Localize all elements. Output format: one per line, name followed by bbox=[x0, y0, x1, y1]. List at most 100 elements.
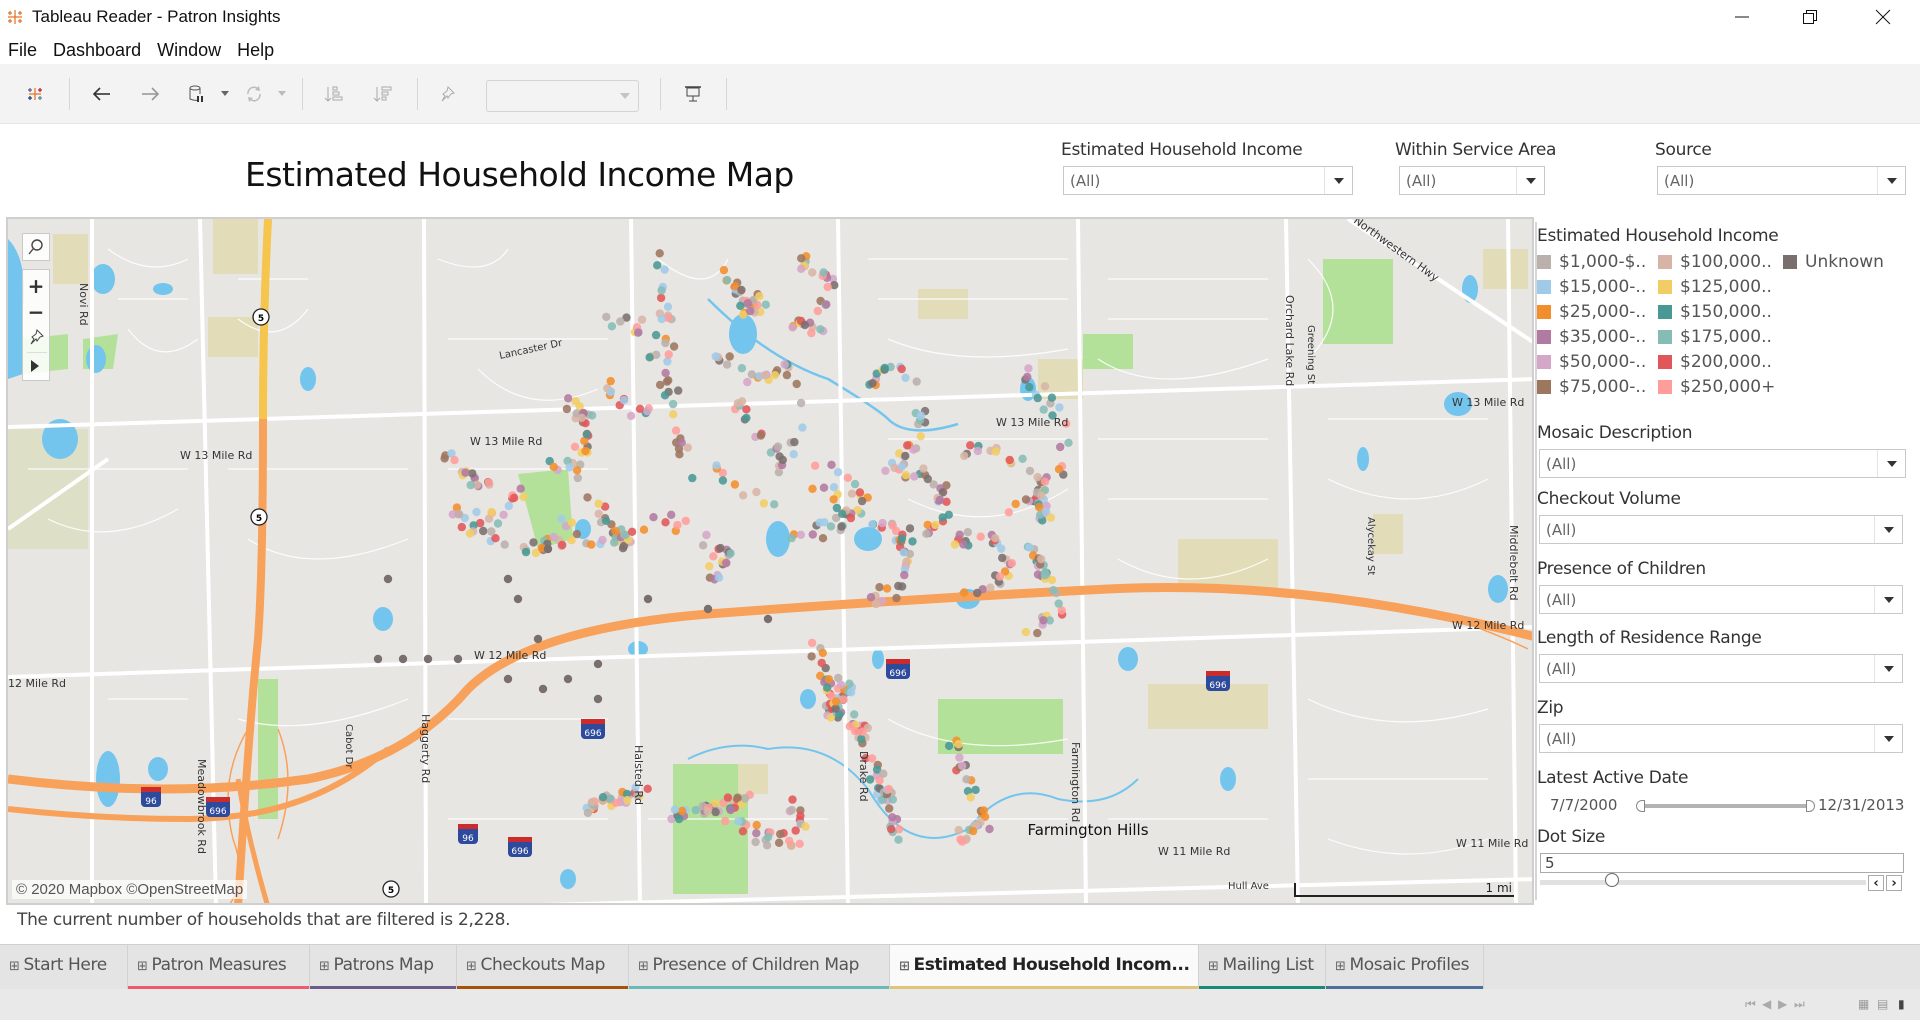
household-dot[interactable] bbox=[817, 658, 826, 668]
household-dot[interactable] bbox=[602, 312, 611, 322]
household-dot[interactable] bbox=[797, 264, 806, 273]
household-dot[interactable] bbox=[850, 710, 859, 719]
household-dot[interactable] bbox=[897, 462, 906, 471]
household-dot[interactable] bbox=[1007, 559, 1017, 568]
household-dot[interactable] bbox=[1025, 466, 1035, 476]
household-dot[interactable] bbox=[594, 499, 603, 508]
household-dot[interactable] bbox=[582, 430, 591, 439]
household-dot[interactable] bbox=[677, 806, 687, 816]
household-dot[interactable] bbox=[880, 363, 889, 373]
household-dot[interactable] bbox=[656, 293, 666, 303]
household-dot[interactable] bbox=[818, 648, 827, 658]
household-dot[interactable] bbox=[955, 753, 964, 762]
household-dot[interactable] bbox=[795, 839, 804, 848]
pin-button[interactable] bbox=[434, 81, 460, 107]
household-dot[interactable] bbox=[661, 368, 670, 378]
household-dot[interactable] bbox=[787, 805, 796, 815]
filter-length-of-residence-range-select[interactable]: (All) bbox=[1539, 654, 1903, 683]
household-dot[interactable] bbox=[688, 473, 697, 483]
household-dot[interactable] bbox=[610, 538, 619, 547]
legend-item[interactable]: $175,000.. bbox=[1658, 327, 1772, 347]
household-dot[interactable] bbox=[761, 300, 770, 309]
household-dot[interactable] bbox=[770, 500, 779, 509]
household-dot[interactable] bbox=[986, 583, 995, 592]
household-dot[interactable] bbox=[667, 510, 676, 519]
household-dot[interactable] bbox=[833, 468, 843, 477]
menu-window[interactable]: Window bbox=[149, 36, 229, 64]
household-dot[interactable] bbox=[808, 484, 817, 493]
dropdown-arrow-icon[interactable] bbox=[1877, 167, 1905, 194]
household-dot[interactable] bbox=[440, 454, 449, 463]
household-dot[interactable] bbox=[721, 816, 730, 826]
household-dot[interactable] bbox=[901, 451, 910, 461]
household-dot[interactable] bbox=[1011, 499, 1020, 509]
household-dot[interactable] bbox=[963, 528, 972, 537]
household-dot[interactable] bbox=[558, 540, 567, 550]
household-dot[interactable] bbox=[875, 776, 884, 785]
household-dot[interactable] bbox=[519, 492, 528, 502]
filter-income-select[interactable]: (All) bbox=[1063, 166, 1353, 195]
sheet-sorter-icon[interactable]: ▦ bbox=[1858, 997, 1869, 1011]
household-dot[interactable] bbox=[752, 820, 761, 830]
household-dot[interactable] bbox=[726, 549, 735, 558]
map-basemap[interactable]: 5 5 5 696 696 696 696 696 96 96 Novi Rd … bbox=[8, 219, 1534, 905]
household-dot[interactable] bbox=[635, 404, 645, 413]
household-dot[interactable] bbox=[1040, 477, 1050, 486]
household-dot[interactable] bbox=[746, 306, 755, 316]
household-dot[interactable] bbox=[808, 530, 817, 539]
date-start-handle[interactable] bbox=[1636, 800, 1645, 812]
household-dot[interactable] bbox=[831, 697, 841, 706]
sort-ascending-button[interactable] bbox=[321, 81, 347, 107]
household-dot[interactable] bbox=[829, 495, 838, 504]
household-dot[interactable] bbox=[730, 480, 740, 489]
household-dot[interactable] bbox=[971, 785, 980, 795]
household-dot[interactable] bbox=[562, 404, 572, 414]
household-dot[interactable] bbox=[1056, 442, 1065, 452]
date-range-track[interactable] bbox=[1640, 804, 1810, 808]
household-dot[interactable] bbox=[790, 437, 799, 447]
household-dot[interactable] bbox=[991, 534, 1000, 543]
household-dot[interactable] bbox=[1054, 599, 1063, 608]
household-dot[interactable] bbox=[669, 410, 678, 419]
household-dot[interactable] bbox=[565, 463, 574, 472]
household-dot[interactable] bbox=[1046, 513, 1056, 522]
dropdown-arrow-icon[interactable] bbox=[1324, 167, 1352, 194]
household-dot[interactable] bbox=[557, 514, 566, 523]
sheet-tab[interactable]: ⊞ Patron Measures bbox=[128, 945, 310, 990]
household-dot[interactable] bbox=[762, 841, 772, 850]
household-dot[interactable] bbox=[743, 299, 752, 308]
household-dot[interactable] bbox=[487, 527, 496, 536]
household-dot[interactable] bbox=[807, 638, 817, 648]
household-dot[interactable] bbox=[801, 822, 810, 831]
household-dot[interactable] bbox=[902, 557, 911, 566]
household-dot[interactable] bbox=[461, 468, 470, 477]
household-dot[interactable] bbox=[882, 584, 892, 593]
household-dot[interactable] bbox=[966, 793, 975, 802]
sheet-tab[interactable]: ⊞ Estimated Household Incom... bbox=[890, 945, 1199, 990]
household-dot[interactable] bbox=[756, 431, 766, 440]
household-dot[interactable] bbox=[938, 513, 947, 522]
legend-item[interactable]: $35,000-.. bbox=[1537, 327, 1646, 347]
tableau-home-button[interactable] bbox=[22, 81, 48, 107]
household-dot[interactable] bbox=[660, 265, 669, 274]
household-dot[interactable] bbox=[923, 474, 932, 484]
household-dot[interactable] bbox=[816, 325, 825, 334]
legend-item[interactable]: $25,000-.. bbox=[1537, 302, 1646, 322]
household-dot[interactable] bbox=[1033, 393, 1042, 403]
household-dot[interactable] bbox=[737, 364, 747, 373]
household-dot[interactable] bbox=[529, 538, 538, 547]
household-dot[interactable] bbox=[774, 838, 784, 847]
household-dot[interactable] bbox=[958, 761, 967, 771]
household-dot[interactable] bbox=[813, 306, 822, 316]
household-dot[interactable] bbox=[738, 827, 748, 836]
household-dot[interactable] bbox=[823, 282, 832, 292]
menu-help[interactable]: Help bbox=[229, 36, 282, 64]
last-sheet-icon[interactable]: ⏭ bbox=[1794, 997, 1805, 1012]
household-dot[interactable] bbox=[722, 275, 732, 285]
filmstrip-icon[interactable]: ▤ bbox=[1877, 997, 1888, 1011]
household-dot[interactable] bbox=[847, 489, 857, 498]
menu-dashboard[interactable]: Dashboard bbox=[45, 36, 149, 64]
household-dot[interactable] bbox=[453, 654, 463, 664]
household-dot[interactable] bbox=[878, 518, 887, 528]
household-dot[interactable] bbox=[897, 534, 907, 543]
